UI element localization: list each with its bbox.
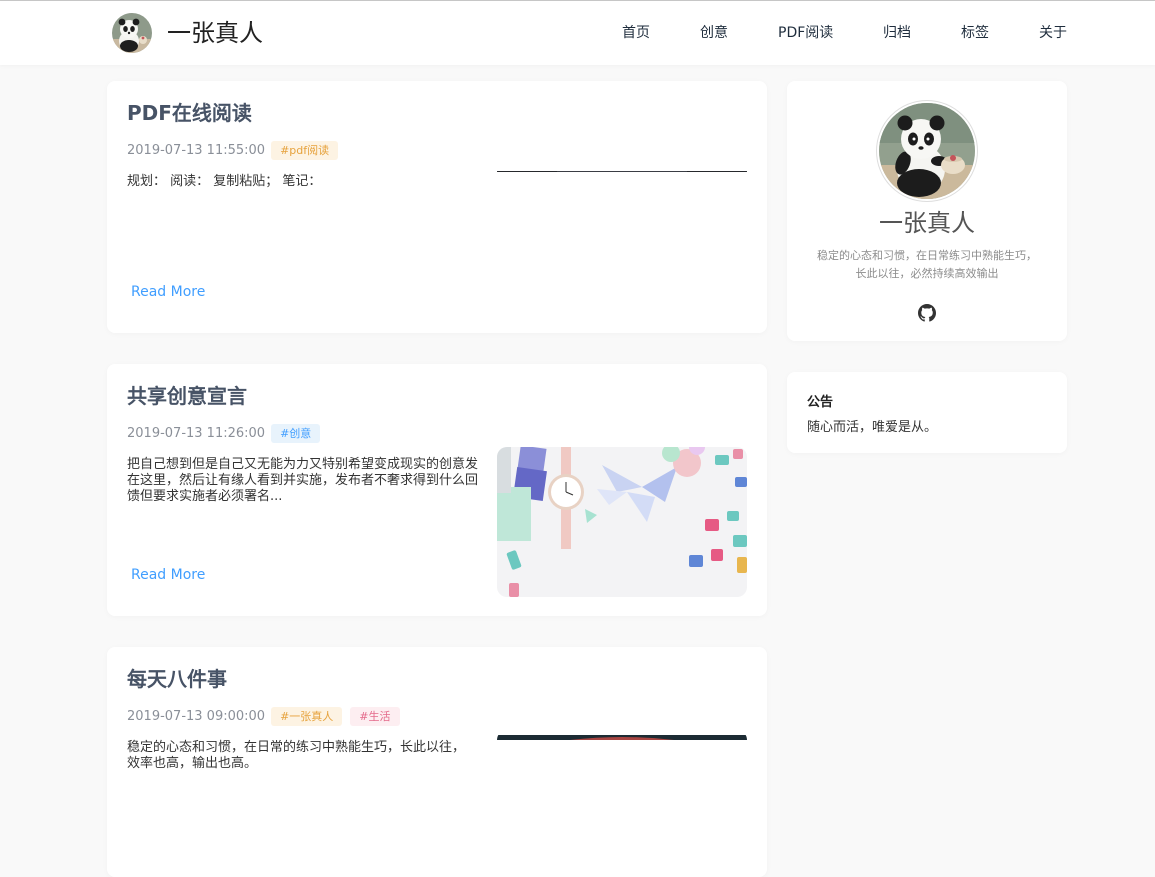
nav-ideas[interactable]: 创意 (700, 24, 728, 42)
profile-avatar[interactable] (877, 101, 977, 201)
post-tag[interactable]: #生活 (350, 707, 400, 726)
post-thumbnail[interactable] (497, 447, 747, 597)
notice-title: 公告 (807, 395, 834, 410)
thumbnail-image (497, 171, 747, 172)
post-card: 每天八件事 2019-07-13 09:00:00 #一张真人 #生活 稳定的心… (107, 647, 767, 877)
profile-name: 一张真人 (879, 209, 975, 237)
profile-description-line: 稳定的心态和习惯，在日常练习中熟能生巧， (817, 249, 1037, 262)
post-excerpt: 规划： 阅读： 复制粘贴； 笔记： (127, 174, 322, 189)
thumbnail-image (497, 447, 747, 597)
post-excerpt: 稳定的心态和习惯，在日常的练习中熟能生巧，长此以往，效率也高，输出也高。 (127, 740, 466, 771)
post-tag[interactable]: #pdf阅读 (271, 141, 339, 160)
post-card: 共享创意宣言 2019-07-13 11:26:00 #创意 把自己想到但是自己… (107, 364, 767, 616)
post-thumbnail[interactable] (497, 164, 747, 172)
notice-card: 公告 随心而活，唯爱是从。 (787, 372, 1067, 453)
thumbnail-image (497, 735, 747, 740)
post-date: 2019-07-13 11:55:00 (127, 143, 266, 158)
post-tag[interactable]: #创意 (271, 424, 321, 443)
post-card: PDF在线阅读 2019-07-13 11:55:00 #pdf阅读 规划： 阅… (107, 81, 767, 333)
nav-tags[interactable]: 标签 (961, 24, 989, 42)
profile-description: 稳定的心态和习惯，在日常练习中熟能生巧， 长此以往，必然持续高效输出 (797, 247, 1057, 283)
github-icon[interactable] (918, 304, 936, 322)
post-thumbnail[interactable] (497, 730, 747, 740)
panda-avatar-image (879, 103, 975, 199)
nav-pdf-reading[interactable]: PDF阅读 (778, 24, 833, 42)
profile-card: 一张真人 稳定的心态和习惯，在日常练习中熟能生巧， 长此以往，必然持续高效输出 (787, 81, 1067, 341)
post-meta: 2019-07-13 09:00:00 #一张真人 #生活 (127, 707, 408, 726)
nav-about[interactable]: 关于 (1039, 24, 1067, 42)
post-excerpt: 把自己想到但是自己又无能为力又特别希望变成现实的创意发在这里，然后让有缘人看到并… (127, 457, 479, 504)
post-date: 2019-07-13 11:26:00 (127, 426, 266, 441)
post-date: 2019-07-13 09:00:00 (127, 709, 266, 724)
post-title[interactable]: 共享创意宣言 (127, 383, 247, 409)
notice-text: 随心而活，唯爱是从。 (807, 420, 938, 435)
site-header: 一张真人 首页 创意 PDF阅读 归档 标签 关于 (0, 1, 1155, 65)
post-meta: 2019-07-13 11:26:00 #创意 (127, 424, 328, 443)
main-nav: 首页 创意 PDF阅读 归档 标签 关于 (0, 1, 1155, 65)
post-meta: 2019-07-13 11:55:00 #pdf阅读 (127, 141, 346, 160)
read-more-link[interactable]: Read More (131, 567, 205, 583)
post-title[interactable]: 每天八件事 (127, 666, 227, 692)
post-tag[interactable]: #一张真人 (271, 707, 343, 726)
post-title[interactable]: PDF在线阅读 (127, 100, 252, 126)
nav-archive[interactable]: 归档 (883, 24, 911, 42)
nav-home[interactable]: 首页 (622, 24, 650, 42)
profile-description-line: 长此以往，必然持续高效输出 (855, 267, 999, 280)
read-more-link[interactable]: Read More (131, 284, 205, 300)
